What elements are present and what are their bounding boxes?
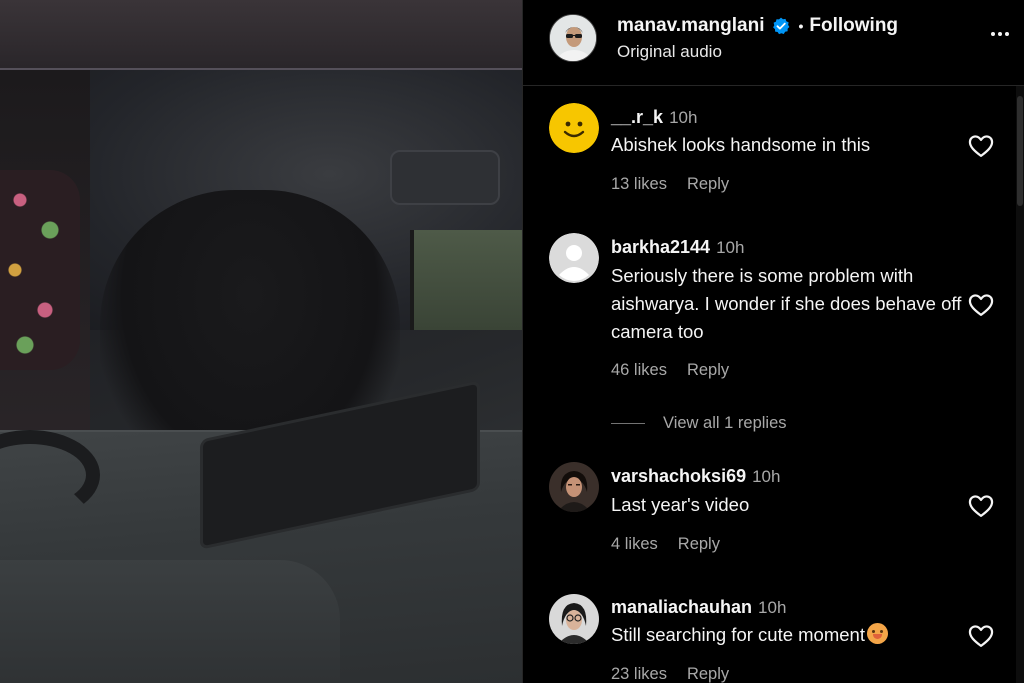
profile-photo-icon xyxy=(550,15,596,61)
floral-fabric xyxy=(0,170,80,370)
scrollbar-thumb[interactable] xyxy=(1017,96,1023,206)
profile-avatar[interactable] xyxy=(549,14,597,62)
comment-avatar[interactable] xyxy=(549,462,599,512)
reply-button[interactable]: Reply xyxy=(687,665,729,683)
more-options-icon[interactable] xyxy=(986,20,1014,48)
view-replies-button[interactable]: View all 1 replies xyxy=(611,414,787,433)
comment-header: __.r_k 10h xyxy=(611,107,697,128)
replies-line xyxy=(611,423,645,424)
comment-text: Last year's video xyxy=(611,494,750,515)
comment-meta: 23 likes Reply xyxy=(611,665,729,683)
more-dot xyxy=(1005,32,1009,36)
comment-avatar[interactable] xyxy=(549,594,599,644)
audio-label[interactable]: Original audio xyxy=(617,42,722,62)
comment-header: manaliachauhan 10h xyxy=(611,597,786,618)
comments-panel: manav.manglani • Following Original audi… xyxy=(523,0,1024,683)
reply-button[interactable]: Reply xyxy=(687,175,729,194)
comment-text: Abishek looks handsome in this xyxy=(611,134,871,155)
comment-text: Still searching for cute moment xyxy=(611,621,961,649)
comment-username[interactable]: barkha2144 xyxy=(611,237,710,258)
more-dot xyxy=(991,32,995,36)
comment-header: barkha2144 10h xyxy=(611,237,744,258)
smiley-avatar-icon xyxy=(549,103,599,153)
comment-likes[interactable]: 4 likes xyxy=(611,535,658,554)
default-avatar-icon xyxy=(549,233,599,283)
comment-username[interactable]: varshachoksi69 xyxy=(611,466,746,487)
comment-avatar[interactable] xyxy=(549,103,599,153)
comment-avatar[interactable] xyxy=(549,233,599,283)
comment-time: 10h xyxy=(758,598,787,617)
more-dot xyxy=(998,32,1002,36)
rearview-mirror xyxy=(390,150,500,205)
comment-header: varshachoksi69 10h xyxy=(611,466,780,487)
comment-likes[interactable]: 23 likes xyxy=(611,665,667,683)
car-roof xyxy=(0,0,522,70)
heart-icon[interactable] xyxy=(967,291,995,319)
comment-time: 10h xyxy=(752,467,781,486)
heart-icon[interactable] xyxy=(967,622,995,650)
seat-foreground xyxy=(0,560,340,683)
post-author-row: manav.manglani • Following xyxy=(617,15,898,37)
following-button[interactable]: Following xyxy=(809,15,898,37)
profile-photo-icon xyxy=(549,594,599,644)
comment-username[interactable]: __.r_k xyxy=(611,107,663,128)
reply-button[interactable]: Reply xyxy=(687,361,729,380)
comment-likes[interactable]: 13 likes xyxy=(611,175,667,194)
verified-badge-icon xyxy=(773,17,790,35)
comment-meta: 46 likes Reply xyxy=(611,361,729,380)
view-replies-label: View all 1 replies xyxy=(663,414,787,432)
profile-photo-icon xyxy=(549,462,599,512)
comment-text: Seriously there is some problem with ais… xyxy=(611,265,962,342)
comment-meta: 13 likes Reply xyxy=(611,175,729,194)
reel-video[interactable] xyxy=(0,0,522,683)
blushing-face-emoji-icon xyxy=(866,623,888,644)
comment-time: 10h xyxy=(669,108,698,127)
side-window xyxy=(410,230,522,330)
heart-icon[interactable] xyxy=(967,492,995,520)
reply-button[interactable]: Reply xyxy=(678,535,720,554)
comment-time: 10h xyxy=(716,238,745,257)
comment-text-content: Still searching for cute moment xyxy=(611,624,865,645)
heart-icon[interactable] xyxy=(967,132,995,160)
comment-username[interactable]: manaliachauhan xyxy=(611,597,752,618)
post-header: manav.manglani • Following Original audi… xyxy=(523,0,1024,86)
comment-meta: 4 likes Reply xyxy=(611,535,720,554)
post-username[interactable]: manav.manglani xyxy=(617,15,764,37)
comment-likes[interactable]: 46 likes xyxy=(611,361,667,380)
separator-dot: • xyxy=(798,18,804,34)
